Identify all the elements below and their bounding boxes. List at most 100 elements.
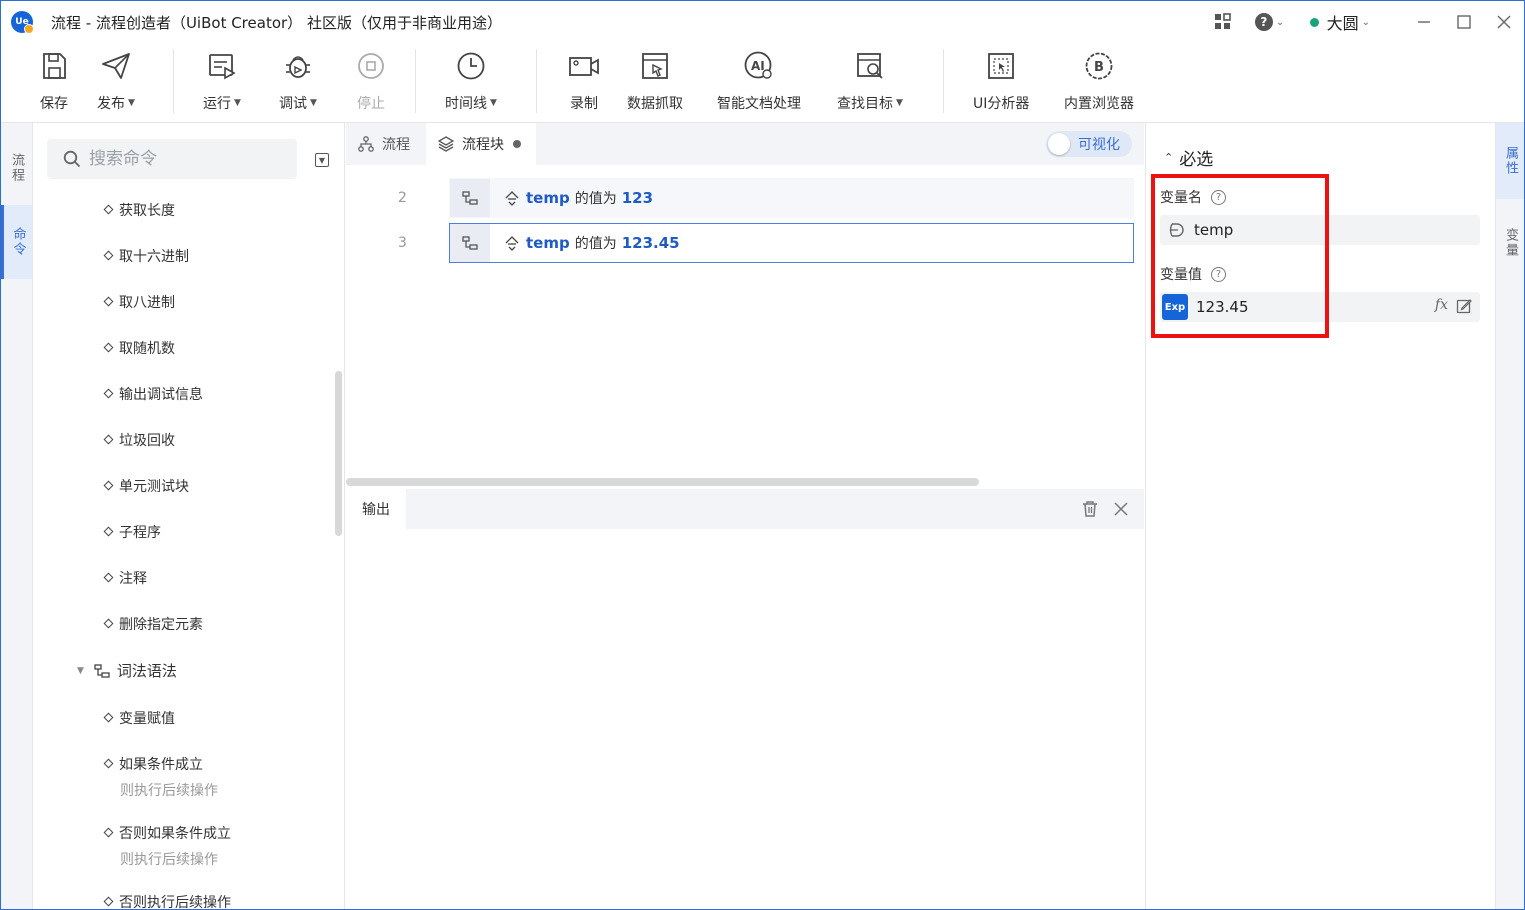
collapse-all-button[interactable]: ▼ [315, 153, 329, 167]
command-item[interactable]: 输出调试信息 [103, 384, 203, 404]
variable-name: temp [526, 189, 570, 207]
find-target-button[interactable]: 查找目标 ▼ [837, 49, 903, 113]
tab-flow[interactable]: 流程 [1, 133, 32, 203]
highlight-box [1151, 174, 1329, 338]
tab-flow-block-label: 流程块 [462, 137, 504, 153]
command-item-label: 取随机数 [119, 341, 175, 357]
command-search-input[interactable] [89, 149, 279, 169]
visual-mode-toggle[interactable]: 可视化 [1046, 131, 1132, 157]
assign-icon [505, 191, 519, 206]
minimize-icon [1418, 21, 1430, 23]
help-menu-button[interactable]: ? ⌄ [1250, 9, 1290, 35]
visual-mode-label: 可视化 [1078, 137, 1120, 153]
command-item[interactable]: 如果条件成立 则执行后续操作 [103, 754, 218, 800]
required-section-header[interactable]: ⌃ 必选 [1164, 145, 1213, 170]
window-title: 流程 - 流程创造者（UiBot Creator） 社区版（仅用于非商业用途） [51, 14, 502, 32]
properties-panel: ⌃ 必选 变量名 ? temp 变量值 ? Exp 123.45 fx [1145, 123, 1495, 909]
command-block[interactable]: temp 的值为 123.45 [449, 223, 1134, 263]
command-item[interactable]: 子程序 [103, 522, 161, 542]
trash-icon [1083, 501, 1097, 517]
command-item-label: 否则如果条件成立 [119, 826, 231, 842]
command-search [47, 139, 297, 179]
tab-output[interactable]: 输出 [346, 489, 406, 529]
app-logo-icon: Ue [11, 11, 34, 34]
command-block[interactable]: temp 的值为 123 [449, 178, 1134, 218]
user-name: 大圆 [1326, 14, 1359, 33]
block-handle[interactable] [450, 224, 490, 262]
edit-icon[interactable] [1456, 298, 1472, 314]
find-target-text: 查找目标 [837, 96, 893, 112]
command-item[interactable]: 否则执行后续操作 [103, 892, 231, 909]
command-item[interactable]: 否则如果条件成立 则执行后续操作 [103, 823, 231, 869]
save-icon [37, 49, 71, 83]
tab-attributes[interactable]: 属性 [1496, 123, 1524, 199]
caret-down-icon: ▼ [896, 98, 903, 108]
stop-button[interactable]: 停止 [354, 49, 388, 113]
tab-attributes-label: 属性 [1503, 146, 1518, 176]
tab-variables-label: 变量 [1503, 228, 1518, 258]
smart-doc-label: 智能文档处理 [717, 96, 801, 112]
tab-command[interactable]: 命令 [1, 205, 32, 279]
user-menu-button[interactable]: 大圆 ⌄ [1309, 10, 1370, 34]
statement-value: 123.45 [621, 234, 680, 252]
command-item[interactable]: 取随机数 [103, 338, 175, 358]
data-scrape-button[interactable]: 数据抓取 [627, 49, 683, 113]
command-item[interactable]: 垃圾回收 [103, 430, 175, 450]
editor-horizontal-scrollbar[interactable] [346, 478, 979, 486]
close-button[interactable] [1484, 1, 1524, 43]
tab-variables[interactable]: 变量 [1496, 205, 1524, 281]
command-item[interactable]: 删除指定元素 [103, 614, 203, 634]
builtin-browser-button[interactable]: B 内置浏览器 [1064, 49, 1134, 113]
run-button[interactable]: 运行 ▼ [203, 49, 241, 113]
diamond-icon [103, 296, 114, 307]
editor-tab-bar: 流程 流程块 可视化 [346, 123, 1144, 165]
tree-icon [94, 663, 110, 678]
tree-icon [462, 236, 478, 250]
browser-icon: B [1082, 49, 1116, 83]
tab-flow-block[interactable]: 流程块 [426, 123, 536, 165]
command-item-label: 如果条件成立 [119, 757, 203, 773]
data-scrape-label: 数据抓取 [627, 96, 683, 112]
clear-output-button[interactable] [1080, 499, 1100, 519]
debug-text: 调试 [279, 96, 307, 112]
command-panel-scrollbar[interactable] [335, 371, 342, 536]
run-label: 运行 ▼ [203, 93, 241, 113]
output-panel-header: 输出 [346, 489, 1144, 529]
command-item[interactable]: 注释 [103, 568, 147, 588]
tab-flow-label: 流程 [9, 153, 24, 183]
command-item-label: 变量赋值 [119, 711, 175, 727]
stop-icon [354, 49, 388, 83]
block-handle[interactable] [450, 179, 490, 217]
command-item[interactable]: 取十六进制 [103, 246, 189, 266]
debug-button[interactable]: 调试 ▼ [279, 49, 317, 113]
tab-flow-view[interactable]: 流程 [346, 123, 422, 165]
record-button[interactable]: 录制 [567, 49, 601, 113]
tab-command-label: 命令 [10, 227, 26, 257]
unsaved-dot-icon [513, 140, 521, 148]
code-row-selected[interactable]: 3 temp 的值为 123.45 [346, 223, 1144, 263]
close-output-button[interactable] [1111, 499, 1131, 519]
command-item[interactable]: 变量赋值 [103, 708, 175, 728]
command-item[interactable]: 单元测试块 [103, 476, 189, 496]
command-item-label: 取八进制 [119, 295, 175, 311]
fx-icon[interactable]: fx [1435, 297, 1448, 313]
chevron-down-icon: ▼ [318, 155, 326, 165]
maximize-button[interactable] [1444, 1, 1484, 43]
minimize-button[interactable] [1404, 1, 1444, 43]
record-label: 录制 [570, 96, 598, 112]
save-button[interactable]: 保存 [37, 49, 71, 113]
command-item[interactable]: 取八进制 [103, 292, 175, 312]
timeline-button[interactable]: 时间线 ▼ [445, 49, 497, 113]
svg-text:B: B [1094, 60, 1104, 75]
apps-grid-icon[interactable] [1210, 9, 1236, 35]
command-item[interactable]: 获取长度 [103, 200, 175, 220]
smart-doc-button[interactable]: AI 智能文档处理 [717, 49, 801, 113]
debug-label: 调试 ▼ [279, 93, 317, 113]
layers-icon [438, 136, 454, 152]
publish-button[interactable]: 发布 ▼ [97, 49, 135, 113]
code-row[interactable]: 2 temp 的值为 123 [346, 178, 1144, 218]
line-number: 3 [398, 235, 407, 251]
ui-analyzer-button[interactable]: UI分析器 [973, 49, 1029, 113]
command-group-syntax[interactable]: ▼ 词法语法 [77, 660, 177, 681]
toolbar-divider [536, 49, 537, 113]
